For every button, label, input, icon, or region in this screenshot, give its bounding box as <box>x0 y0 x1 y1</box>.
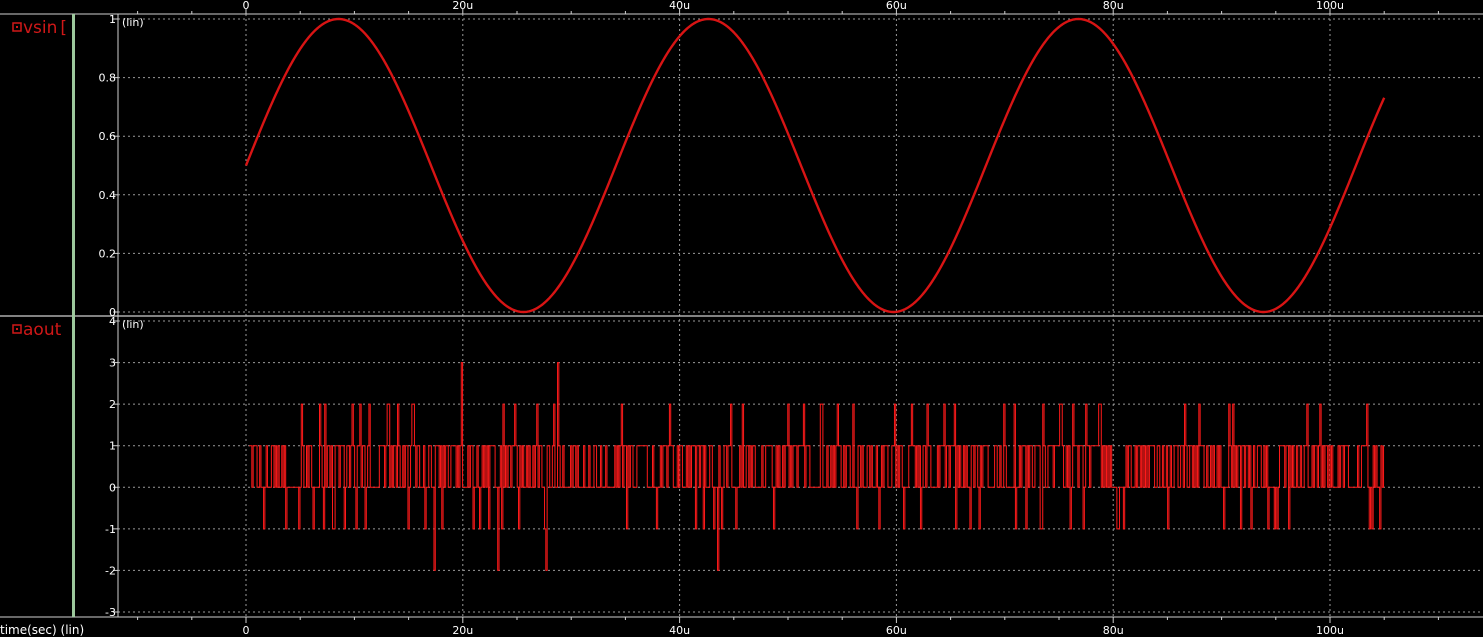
aout-unit-label: (lin) <box>122 318 144 331</box>
vsin-y-tick-label: 0.8 <box>99 72 117 85</box>
aout-y-tick-label: 0 <box>109 481 116 494</box>
signal-marker-dot <box>16 328 18 330</box>
aout-y-tick-label: -1 <box>105 523 116 536</box>
signal-marker-dot <box>16 26 18 28</box>
x-tick-label-bottom: 60u <box>886 624 907 637</box>
vsin-y-tick-label: 0.2 <box>99 247 117 260</box>
aout-y-tick-label: -2 <box>105 564 116 577</box>
signal-label-aout: aout <box>23 320 62 340</box>
x-tick-label-bottom: 80u <box>1103 624 1124 637</box>
x-tick-label-bottom: 40u <box>669 624 690 637</box>
x-tick-label-bottom: 20u <box>452 624 473 637</box>
x-tick-label-bottom: 100u <box>1316 624 1344 637</box>
vsin-unit-label: (lin) <box>122 16 144 29</box>
cursor-bar[interactable] <box>72 14 75 617</box>
aout-y-tick-label: 3 <box>109 357 116 370</box>
aout-y-tick-label: 4 <box>109 315 116 328</box>
waveform-viewer: 0020u20u40u40u60u60u80u80u100u100u10.80.… <box>0 0 1483 637</box>
vsin-y-tick-label: 0.6 <box>99 130 117 143</box>
viewer-background <box>0 0 1483 637</box>
x-axis-label: time(sec) (lin) <box>0 623 84 637</box>
vsin-y-tick-label: 1 <box>109 13 116 26</box>
aout-y-tick-label: 1 <box>109 440 116 453</box>
x-tick-label-bottom: 0 <box>243 624 250 637</box>
aout-y-tick-label: 2 <box>109 398 116 411</box>
signal-label-vsin: vsin[ <box>23 18 67 38</box>
aout-y-tick-label: -3 <box>105 606 116 619</box>
vsin-y-tick-label: 0.4 <box>99 189 117 202</box>
